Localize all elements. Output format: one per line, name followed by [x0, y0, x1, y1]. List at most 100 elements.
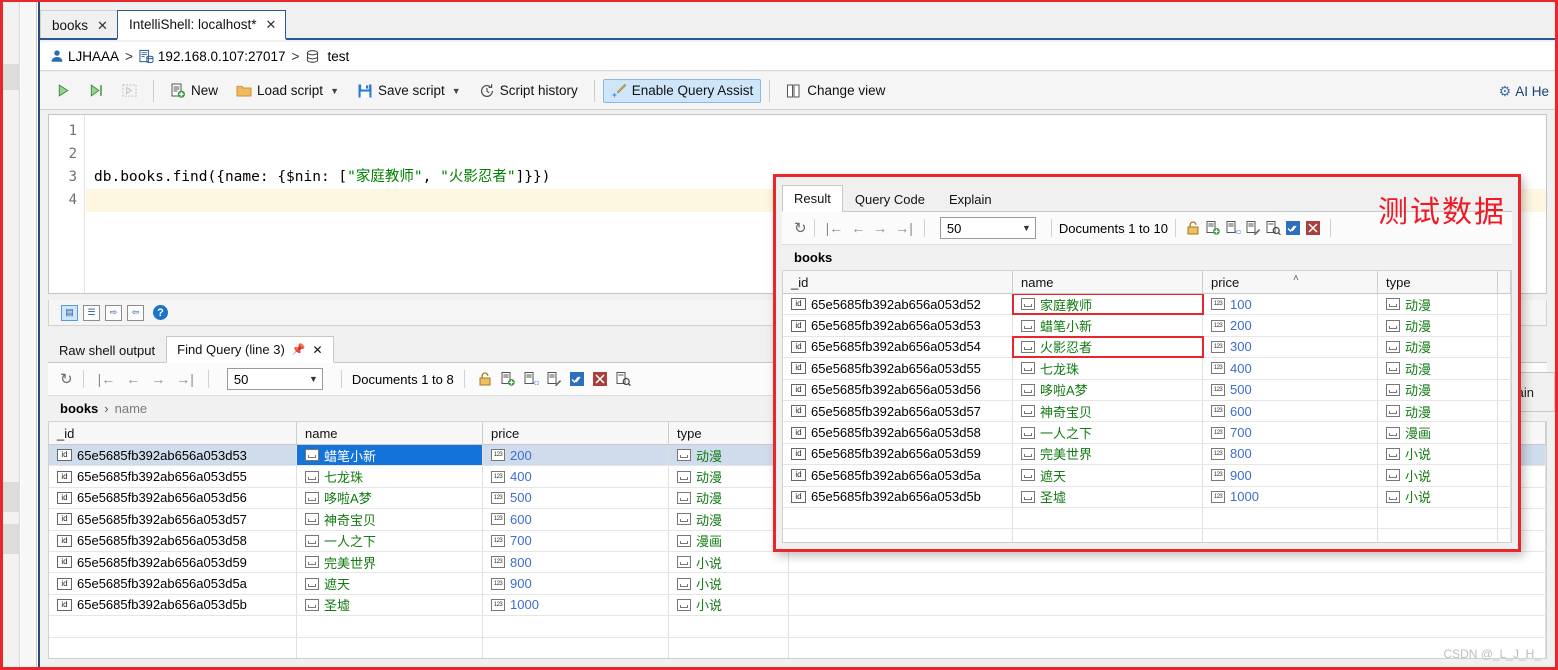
- cell-price[interactable]: 123 500: [483, 487, 669, 509]
- clone-document-icon[interactable]: <>: [523, 371, 539, 387]
- view-document-icon[interactable]: [1265, 220, 1281, 236]
- cell-type[interactable]: 动漫: [1378, 379, 1498, 400]
- load-script-button[interactable]: Load script ▼: [228, 79, 347, 103]
- cell-type[interactable]: 小说: [1378, 443, 1498, 465]
- clone-document-icon[interactable]: <>: [1225, 220, 1241, 236]
- cell-name[interactable]: 一人之下: [297, 530, 483, 551]
- cell-type[interactable]: 动漫: [1378, 336, 1498, 358]
- table-row[interactable]: id 65e5685fb392ab656a053d54 火影忍者 123 300 动漫: [783, 335, 1511, 359]
- ai-helper-button[interactable]: ⚙ AI He: [1499, 72, 1549, 110]
- insert-document-icon[interactable]: [500, 371, 516, 387]
- cell-id[interactable]: id 65e5685fb392ab656a053d5a: [783, 465, 1013, 486]
- table-row[interactable]: id 65e5685fb392ab656a053d52 家庭教师 123 100 动漫: [783, 292, 1511, 316]
- cell-type[interactable]: 小说: [669, 573, 789, 594]
- cell-price[interactable]: 123 900: [1203, 465, 1378, 486]
- cell-price[interactable]: 123 600: [1203, 400, 1378, 422]
- cell-name[interactable]: 一人之下: [1013, 422, 1203, 443]
- close-icon[interactable]: ✕: [312, 343, 322, 357]
- first-page-icon[interactable]: |←: [822, 220, 848, 236]
- next-page-icon[interactable]: →: [147, 371, 169, 387]
- table-row[interactable]: id 65e5685fb392ab656a053d53 蜡笔小新 123 200 动漫: [783, 315, 1511, 337]
- breadcrumb-server[interactable]: 192.168.0.107:27017: [158, 49, 286, 64]
- tab-intellishell[interactable]: IntelliShell: localhost* ✕: [116, 10, 287, 40]
- apply-changes-icon[interactable]: [1285, 220, 1301, 236]
- table-row[interactable]: id 65e5685fb392ab656a053d59 完美世界 123 800 小说: [49, 551, 1546, 574]
- cell-name[interactable]: 神奇宝贝: [1013, 400, 1203, 422]
- cell-name[interactable]: 哆啦A梦: [297, 487, 483, 509]
- cell-price[interactable]: 123 700: [483, 530, 669, 551]
- enable-query-assist-button[interactable]: Enable Query Assist: [602, 78, 762, 103]
- cell-type[interactable]: 动漫: [1378, 358, 1498, 379]
- prev-page-icon[interactable]: ←: [122, 371, 144, 387]
- lock-icon[interactable]: [1185, 220, 1201, 236]
- refresh-icon[interactable]: ↻: [60, 370, 73, 388]
- cell-name[interactable]: 蜡笔小新: [297, 445, 483, 466]
- outdent-icon[interactable]: ⇦: [127, 304, 144, 321]
- cell-name[interactable]: 圣墟: [297, 594, 483, 616]
- cell-type[interactable]: 漫画: [669, 530, 789, 551]
- tab-books[interactable]: books ✕: [40, 10, 118, 40]
- column-header-name[interactable]: name: [297, 422, 483, 444]
- cell-price[interactable]: 123 1000: [483, 594, 669, 616]
- cell-type[interactable]: 动漫: [669, 445, 789, 466]
- cell-id[interactable]: id 65e5685fb392ab656a053d57: [783, 400, 1013, 422]
- cell-name[interactable]: 完美世界: [1013, 443, 1203, 465]
- pin-icon[interactable]: 📌: [292, 343, 306, 356]
- tab-raw-shell-output[interactable]: Raw shell output: [48, 336, 166, 363]
- table-row[interactable]: id 65e5685fb392ab656a053d57 神奇宝贝 123 600 动漫: [783, 400, 1511, 423]
- edit-document-icon[interactable]: [546, 371, 562, 387]
- cell-id[interactable]: id 65e5685fb392ab656a053d56: [49, 487, 297, 509]
- table-row[interactable]: id 65e5685fb392ab656a053d5a 遮天 123 900 小说: [783, 465, 1511, 487]
- cell-price[interactable]: 123 100: [1203, 294, 1378, 315]
- cell-id[interactable]: id 65e5685fb392ab656a053d55: [49, 466, 297, 487]
- column-header-id[interactable]: _id: [783, 271, 1013, 293]
- next-page-icon[interactable]: →: [869, 220, 891, 236]
- cell-type[interactable]: 漫画: [1378, 422, 1498, 443]
- cell-id[interactable]: id 65e5685fb392ab656a053d57: [49, 509, 297, 530]
- column-header-type[interactable]: type: [1378, 271, 1498, 293]
- table-row[interactable]: id 65e5685fb392ab656a053d55 七龙珠 123 400 动漫: [783, 358, 1511, 380]
- edit-document-icon[interactable]: [1245, 220, 1261, 236]
- overlay-tab-query-code[interactable]: Query Code: [843, 185, 937, 212]
- cell-type[interactable]: 动漫: [669, 487, 789, 509]
- cell-type[interactable]: 动漫: [669, 466, 789, 487]
- refresh-icon[interactable]: ↻: [794, 219, 807, 237]
- column-header-price[interactable]: price: [1203, 271, 1378, 293]
- close-icon[interactable]: ✕: [266, 18, 277, 31]
- cell-type[interactable]: 小说: [669, 594, 789, 616]
- cell-price[interactable]: 123 800: [1203, 443, 1378, 465]
- column-header-type[interactable]: type: [669, 422, 789, 444]
- chevron-down-icon[interactable]: ▼: [330, 86, 339, 96]
- cell-name[interactable]: 完美世界: [297, 551, 483, 573]
- column-header-name[interactable]: name: [1013, 271, 1203, 293]
- help-icon[interactable]: ?: [153, 305, 168, 320]
- new-button[interactable]: New: [162, 79, 226, 103]
- cell-id[interactable]: id 65e5685fb392ab656a053d56: [783, 379, 1013, 400]
- save-script-button[interactable]: Save script ▼: [349, 79, 469, 103]
- column-header-price[interactable]: price: [483, 422, 669, 444]
- cell-name[interactable]: 遮天: [297, 573, 483, 594]
- table-row[interactable]: id 65e5685fb392ab656a053d56 哆啦A梦 123 500 动漫: [783, 379, 1511, 401]
- run-selection-button[interactable]: [81, 79, 112, 102]
- cell-price[interactable]: 123 300: [1203, 336, 1378, 358]
- cell-type[interactable]: 动漫: [1378, 400, 1498, 422]
- run-step-button[interactable]: [114, 79, 145, 102]
- cell-name[interactable]: 家庭教师: [1012, 292, 1204, 316]
- cell-name[interactable]: 神奇宝贝: [297, 509, 483, 530]
- cell-id[interactable]: id 65e5685fb392ab656a053d54: [783, 336, 1013, 358]
- cell-type[interactable]: 小说: [1378, 486, 1498, 507]
- cell-price[interactable]: 123 600: [483, 509, 669, 530]
- cell-name[interactable]: 七龙珠: [297, 466, 483, 487]
- cell-name[interactable]: 蜡笔小新: [1013, 315, 1203, 336]
- cell-price[interactable]: 123 200: [1203, 315, 1378, 336]
- table-row[interactable]: id 65e5685fb392ab656a053d5b 圣墟 123 1000 小说: [783, 486, 1511, 508]
- cell-price[interactable]: 123 500: [1203, 379, 1378, 400]
- indent-icon[interactable]: ⇨: [105, 304, 122, 321]
- cell-type[interactable]: 小说: [669, 551, 789, 573]
- script-history-button[interactable]: Script history: [471, 79, 586, 103]
- cell-name[interactable]: 圣墟: [1013, 486, 1203, 507]
- cell-type[interactable]: 动漫: [1378, 294, 1498, 315]
- table-row[interactable]: id 65e5685fb392ab656a053d59 完美世界 123 800 小说: [783, 443, 1511, 466]
- cell-id[interactable]: id 65e5685fb392ab656a053d5b: [49, 594, 297, 616]
- cell-name[interactable]: 哆啦A梦: [1013, 379, 1203, 400]
